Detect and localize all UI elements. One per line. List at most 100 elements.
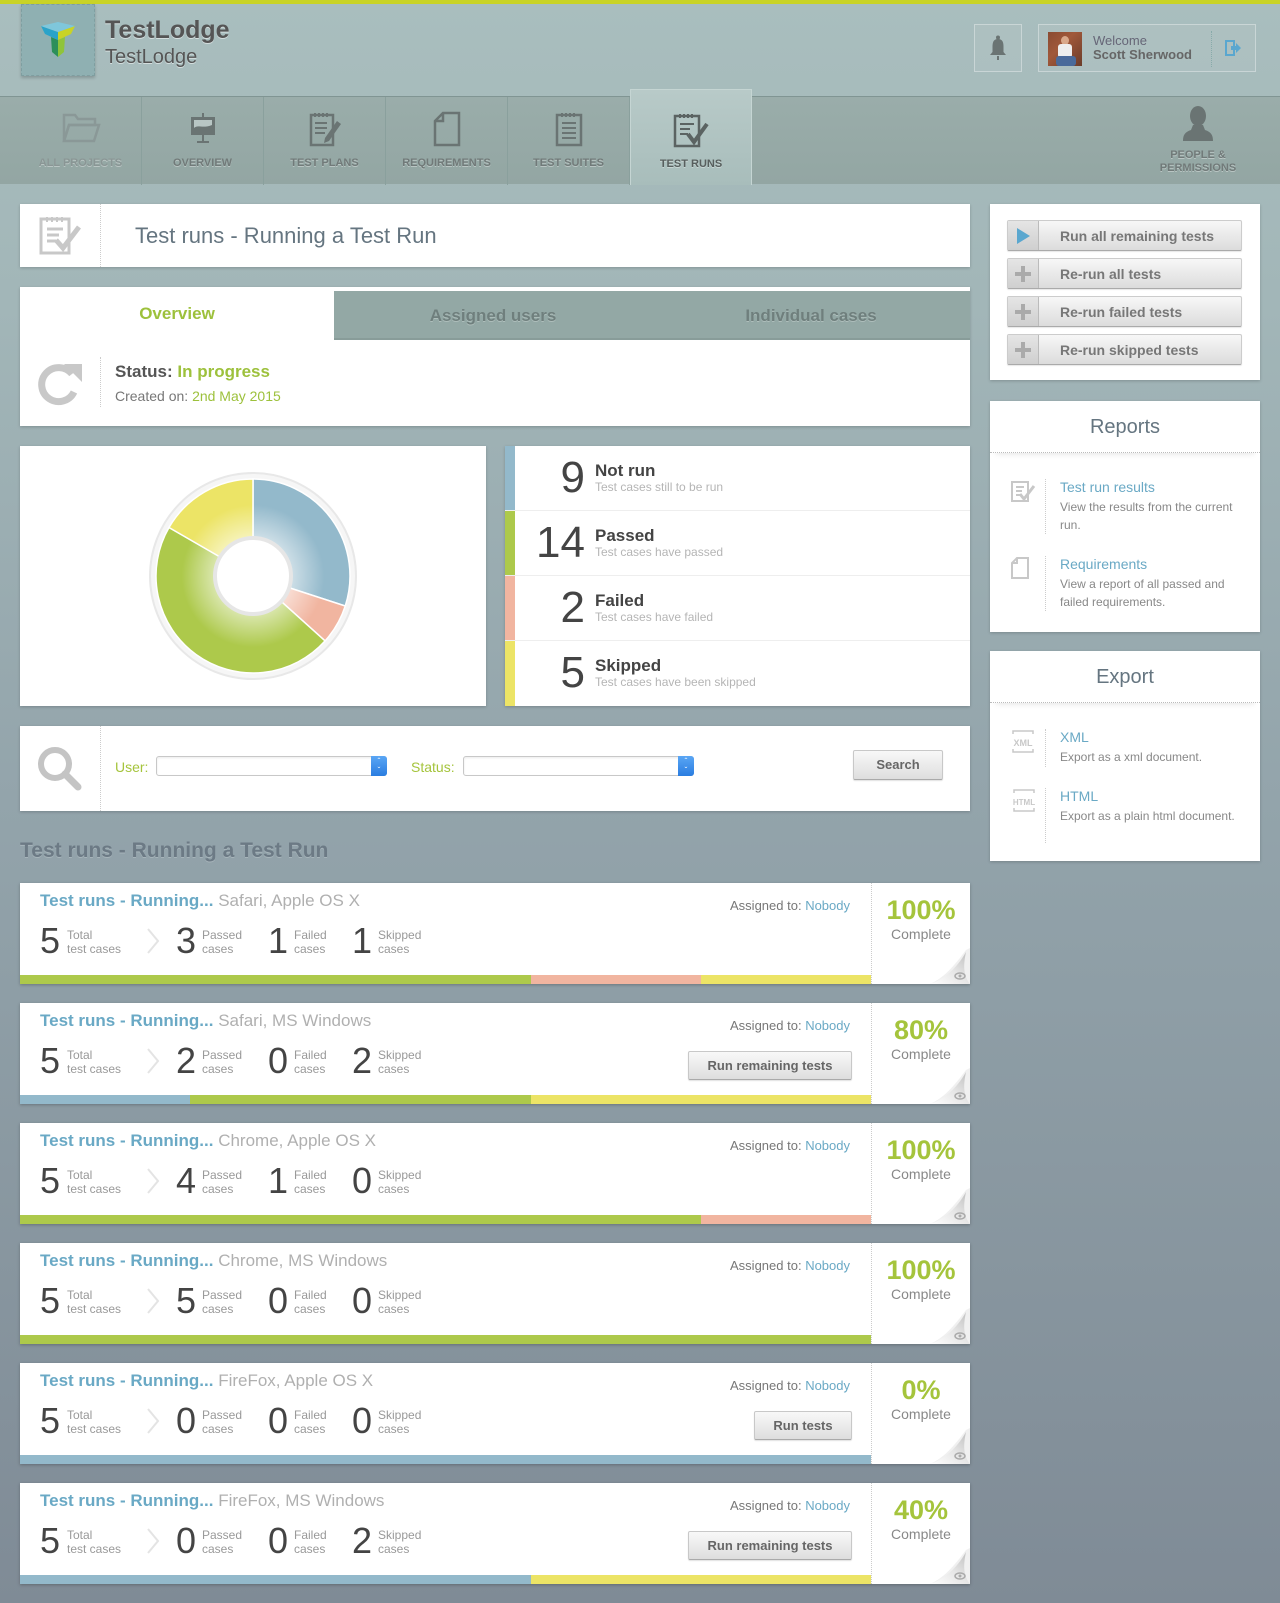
- view-eye-icon[interactable]: [926, 1548, 970, 1584]
- view-eye-icon[interactable]: [926, 1188, 970, 1224]
- select-arrows-icon: ˆˇ: [371, 756, 387, 776]
- run-link[interactable]: Test runs - Running...: [40, 1251, 213, 1270]
- tab-overview[interactable]: Overview: [20, 287, 334, 340]
- section-heading: Test runs - Running a Test Run: [20, 839, 329, 862]
- logo[interactable]: [21, 4, 95, 76]
- html-file-icon: HTML: [1013, 789, 1035, 812]
- tab-individual-cases[interactable]: Individual cases: [652, 291, 970, 340]
- assignee-link[interactable]: Nobody: [805, 1258, 850, 1273]
- label: Not run: [595, 461, 656, 480]
- run-title: Test runs - Running... Chrome, MS Window…: [40, 1251, 387, 1271]
- metric-label: Skipped cases: [378, 1408, 422, 1436]
- progress-segment-failed: [530, 975, 701, 984]
- report-link[interactable]: Requirements: [1060, 556, 1147, 572]
- metric-count: 2: [352, 1520, 373, 1561]
- export-heading: Export: [990, 651, 1260, 703]
- status-text: Status: In progress: [115, 362, 270, 381]
- user-filter-label: User:: [115, 759, 149, 775]
- divider: [1211, 31, 1212, 67]
- run-link[interactable]: Test runs - Running...: [40, 1491, 213, 1510]
- chevron-right-icon: [147, 928, 160, 954]
- nav-people-permissions[interactable]: PEOPLE & PERMISSIONS: [1133, 97, 1263, 185]
- status-filter-select[interactable]: ˆˇ: [463, 756, 694, 776]
- metric-label: Total test cases: [67, 1288, 122, 1316]
- run-tests-button[interactable]: Run remaining tests: [688, 1051, 852, 1080]
- nav-all-projects[interactable]: ALL PROJECTS: [20, 97, 142, 185]
- plus-icon: [1015, 303, 1031, 320]
- tab-assigned-users[interactable]: Assigned users: [334, 291, 652, 340]
- user-name: Scott Sherwood: [1093, 47, 1192, 62]
- progress-segment-not-run: [20, 1575, 531, 1584]
- nav-test-runs[interactable]: TEST RUNS: [630, 89, 752, 185]
- app-name: TestLodge: [105, 16, 230, 44]
- rerun-failed-button[interactable]: Re-run failed tests: [1007, 296, 1242, 327]
- user-menu[interactable]: Welcome Scott Sherwood: [1038, 24, 1256, 72]
- run-all-remaining-button[interactable]: Run all remaining tests: [1007, 220, 1242, 251]
- export-description: Export as a xml document.: [1060, 750, 1203, 764]
- metric-label: Passed cases: [202, 1288, 243, 1316]
- report-link[interactable]: Test run results: [1060, 479, 1155, 495]
- notepad-check-icon: [673, 114, 709, 148]
- view-eye-icon[interactable]: [926, 948, 970, 984]
- export-link[interactable]: XML: [1060, 729, 1089, 745]
- results-chart-card: [20, 446, 486, 706]
- run-link[interactable]: Test runs - Running...: [40, 1131, 213, 1150]
- nav-test-plans[interactable]: TEST PLANS: [264, 97, 386, 185]
- user-filter-select[interactable]: ˆˇ: [156, 756, 387, 776]
- view-eye-icon[interactable]: [926, 1428, 970, 1464]
- metric-label: Skipped cases: [378, 1168, 422, 1196]
- nav-label: TEST RUNS: [659, 158, 723, 170]
- run-link[interactable]: Test runs - Running...: [40, 1371, 213, 1390]
- svg-text:HTML: HTML: [1013, 798, 1035, 807]
- notepad-pencil-icon: [309, 113, 341, 147]
- view-eye-icon[interactable]: [926, 1068, 970, 1104]
- nav-requirements[interactable]: REQUIREMENTS: [386, 97, 508, 185]
- search-button[interactable]: Search: [853, 750, 943, 780]
- assignee-link[interactable]: Nobody: [805, 1378, 850, 1393]
- run-environment: Safari, MS Windows: [218, 1011, 372, 1030]
- run-title: Test runs - Running... Chrome, Apple OS …: [40, 1131, 376, 1151]
- presentation-icon: [190, 113, 215, 143]
- main-nav: ALL PROJECTS OVERVIEW TEST PLANS REQUIRE…: [0, 89, 1280, 185]
- run-tests-button[interactable]: Run remaining tests: [688, 1531, 852, 1560]
- color-swatch: [505, 641, 515, 706]
- assignee-link[interactable]: Nobody: [805, 1138, 850, 1153]
- nav-test-suites[interactable]: TEST SUITES: [508, 97, 630, 185]
- run-environment: Safari, Apple OS X: [218, 891, 360, 910]
- test-run-card: Test runs - Running... Chrome, MS Window…: [20, 1243, 970, 1344]
- assignee-link[interactable]: Nobody: [805, 898, 850, 913]
- metric-label: Passed cases: [202, 1048, 243, 1076]
- reports-card: Reports Test run results View the result…: [990, 401, 1260, 632]
- notifications-button[interactable]: [974, 24, 1022, 72]
- export-link[interactable]: HTML: [1060, 788, 1098, 804]
- assignee-link[interactable]: Nobody: [805, 1018, 850, 1033]
- svg-text:XML: XML: [1014, 738, 1034, 748]
- test-run-card: Test runs - Running... Safari, Apple OS …: [20, 883, 970, 984]
- run-title: Test runs - Running... FireFox, Apple OS…: [40, 1371, 373, 1391]
- chevron-right-icon: [147, 1408, 160, 1434]
- count: 5: [560, 648, 585, 697]
- metric-count: 5: [40, 1280, 61, 1321]
- run-link[interactable]: Test runs - Running...: [40, 891, 213, 910]
- metric-count: 5: [176, 1280, 197, 1321]
- test-run-icon: [39, 217, 81, 255]
- summary-passed: 14 Passed Test cases have passed: [505, 511, 970, 576]
- metric-label: Passed cases: [202, 1528, 243, 1556]
- run-progress-bar: [20, 1215, 871, 1224]
- rerun-all-button[interactable]: Re-run all tests: [1007, 258, 1242, 289]
- logout-button[interactable]: [1225, 39, 1241, 62]
- assignee-link[interactable]: Nobody: [805, 1498, 850, 1513]
- metric-label: Passed cases: [202, 928, 243, 956]
- run-environment: FireFox, Apple OS X: [218, 1371, 374, 1390]
- run-tests-button[interactable]: Run tests: [754, 1411, 852, 1440]
- metric-label: Failed cases: [294, 1048, 327, 1076]
- completion-label: Complete: [891, 1406, 951, 1422]
- plus-icon: [1015, 265, 1031, 282]
- rerun-skipped-button[interactable]: Re-run skipped tests: [1007, 334, 1242, 365]
- view-eye-icon[interactable]: [926, 1308, 970, 1344]
- nav-label: PEOPLE & PERMISSIONS: [1159, 149, 1237, 174]
- bell-icon: [990, 35, 1006, 60]
- completion-percent: 40%: [893, 1495, 949, 1525]
- nav-overview[interactable]: OVERVIEW: [142, 97, 264, 185]
- run-link[interactable]: Test runs - Running...: [40, 1011, 213, 1030]
